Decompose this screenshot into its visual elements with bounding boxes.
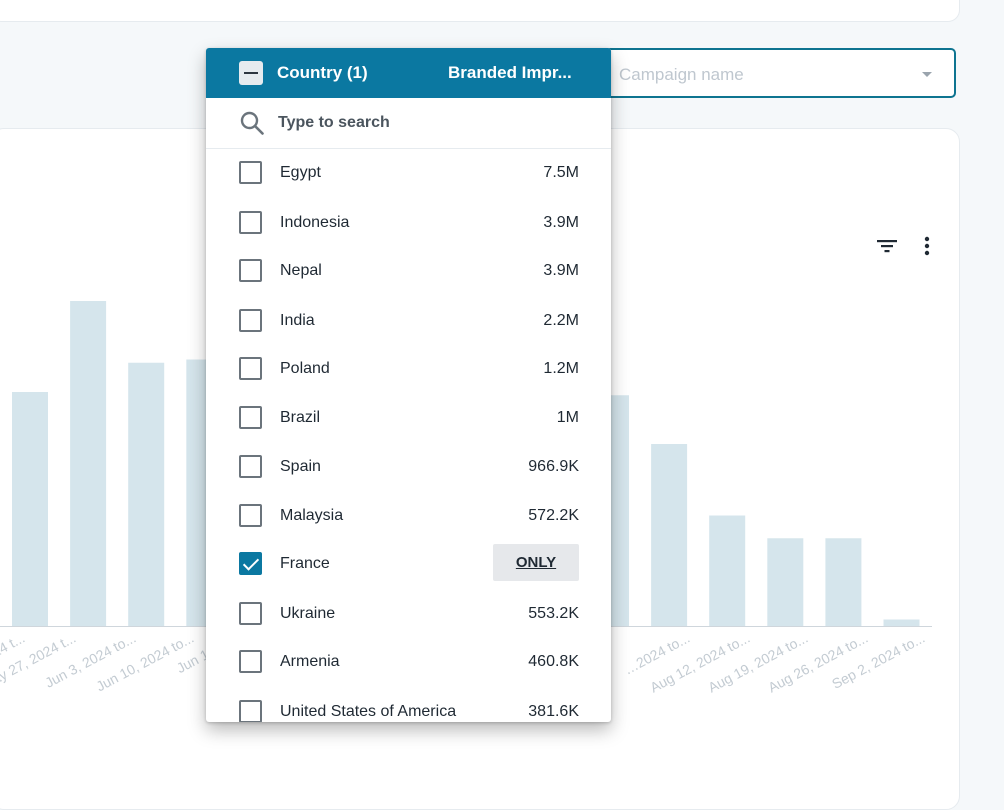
- country-row[interactable]: India 2.2M: [206, 297, 611, 346]
- country-label: Armenia: [280, 653, 340, 670]
- country-checkbox[interactable]: [239, 161, 262, 184]
- country-label: Egypt: [280, 164, 321, 181]
- header-country-label[interactable]: Country (1): [277, 63, 368, 83]
- country-filter-dropdown: Country (1) Branded Impr... Egypt 7.5M Ind…: [206, 48, 611, 722]
- country-row[interactable]: Armenia 460.8K: [206, 638, 611, 687]
- country-checkbox[interactable]: [239, 504, 262, 527]
- country-checkbox[interactable]: [239, 406, 262, 429]
- country-checkbox[interactable]: [239, 700, 262, 722]
- filter-icon[interactable]: [875, 237, 899, 255]
- country-value: 2.2M: [543, 312, 579, 329]
- chart-bar[interactable]: [767, 538, 804, 626]
- country-label: Poland: [280, 360, 330, 377]
- country-checkbox[interactable]: [239, 602, 262, 625]
- country-value: 553.2K: [528, 605, 579, 622]
- country-row[interactable]: Malaysia 572.2K: [206, 492, 611, 541]
- select-all-checkbox[interactable]: [239, 61, 263, 85]
- only-button[interactable]: ONLY: [493, 544, 579, 581]
- top-card: [0, 0, 960, 22]
- country-row[interactable]: France ONLY: [206, 540, 611, 589]
- country-label: Indonesia: [280, 214, 350, 231]
- x-tick-label: Aug 19, 2024 to...: [705, 630, 810, 696]
- chart-bar[interactable]: [825, 538, 862, 626]
- header-metric-label[interactable]: Branded Impr...: [448, 63, 572, 83]
- country-value: 572.2K: [528, 507, 579, 524]
- country-value: 966.9K: [528, 458, 579, 475]
- chart-bar[interactable]: [70, 301, 107, 626]
- country-checkbox[interactable]: [239, 211, 262, 234]
- country-value: 1M: [556, 409, 579, 426]
- country-label: India: [280, 312, 315, 329]
- country-checkbox[interactable]: [239, 309, 262, 332]
- country-row[interactable]: Poland 1.2M: [206, 345, 611, 394]
- country-row[interactable]: Nepal 3.9M: [206, 247, 611, 296]
- country-checkbox[interactable]: [239, 552, 262, 575]
- country-list: Egypt 7.5M Indonesia 3.9M Nepal 3.9M India 2.2M…: [206, 149, 611, 722]
- chevron-down-icon: [922, 72, 932, 77]
- country-row[interactable]: Brazil 1M: [206, 394, 611, 443]
- chart-bar[interactable]: [883, 619, 920, 627]
- country-checkbox[interactable]: [239, 259, 262, 282]
- search-icon: [240, 111, 264, 135]
- country-row[interactable]: Indonesia 3.9M: [206, 199, 611, 248]
- chart-bar[interactable]: [12, 392, 48, 626]
- country-value: 1.2M: [543, 360, 579, 377]
- country-value: 7.5M: [543, 164, 579, 181]
- more-vert-icon[interactable]: [922, 235, 932, 257]
- country-label: United States of America: [280, 703, 457, 720]
- country-label: Spain: [280, 458, 321, 475]
- x-tick-label: Aug 12, 2024 to...: [647, 630, 752, 696]
- country-checkbox[interactable]: [239, 650, 262, 673]
- country-value: 3.9M: [543, 214, 579, 231]
- campaign-name-placeholder: Campaign name: [619, 65, 744, 84]
- country-value: 3.9M: [543, 262, 579, 279]
- chart-bar[interactable]: [651, 444, 688, 626]
- country-row[interactable]: Spain 966.9K: [206, 443, 611, 492]
- country-label: Nepal: [280, 262, 322, 279]
- campaign-name-select[interactable]: Campaign name: [598, 48, 956, 98]
- chart-bar[interactable]: [128, 362, 165, 626]
- country-row[interactable]: Egypt 7.5M: [206, 149, 611, 198]
- country-row[interactable]: Ukraine 553.2K: [206, 590, 611, 639]
- chart-bar[interactable]: [709, 515, 746, 627]
- x-tick-label: Aug 26, 2024 to...: [765, 630, 870, 696]
- country-value: 460.8K: [528, 653, 579, 670]
- country-checkbox[interactable]: [239, 357, 262, 380]
- dropdown-search: [206, 98, 611, 149]
- country-row[interactable]: United States of America 381.6K: [206, 688, 611, 722]
- country-checkbox[interactable]: [239, 455, 262, 478]
- dropdown-header: Country (1) Branded Impr...: [206, 48, 611, 98]
- search-input[interactable]: [278, 112, 578, 134]
- country-value: 381.6K: [528, 703, 579, 720]
- country-label: Ukraine: [280, 605, 336, 622]
- country-label: Brazil: [280, 409, 321, 426]
- country-label: France: [280, 555, 330, 572]
- country-label: Malaysia: [280, 507, 344, 524]
